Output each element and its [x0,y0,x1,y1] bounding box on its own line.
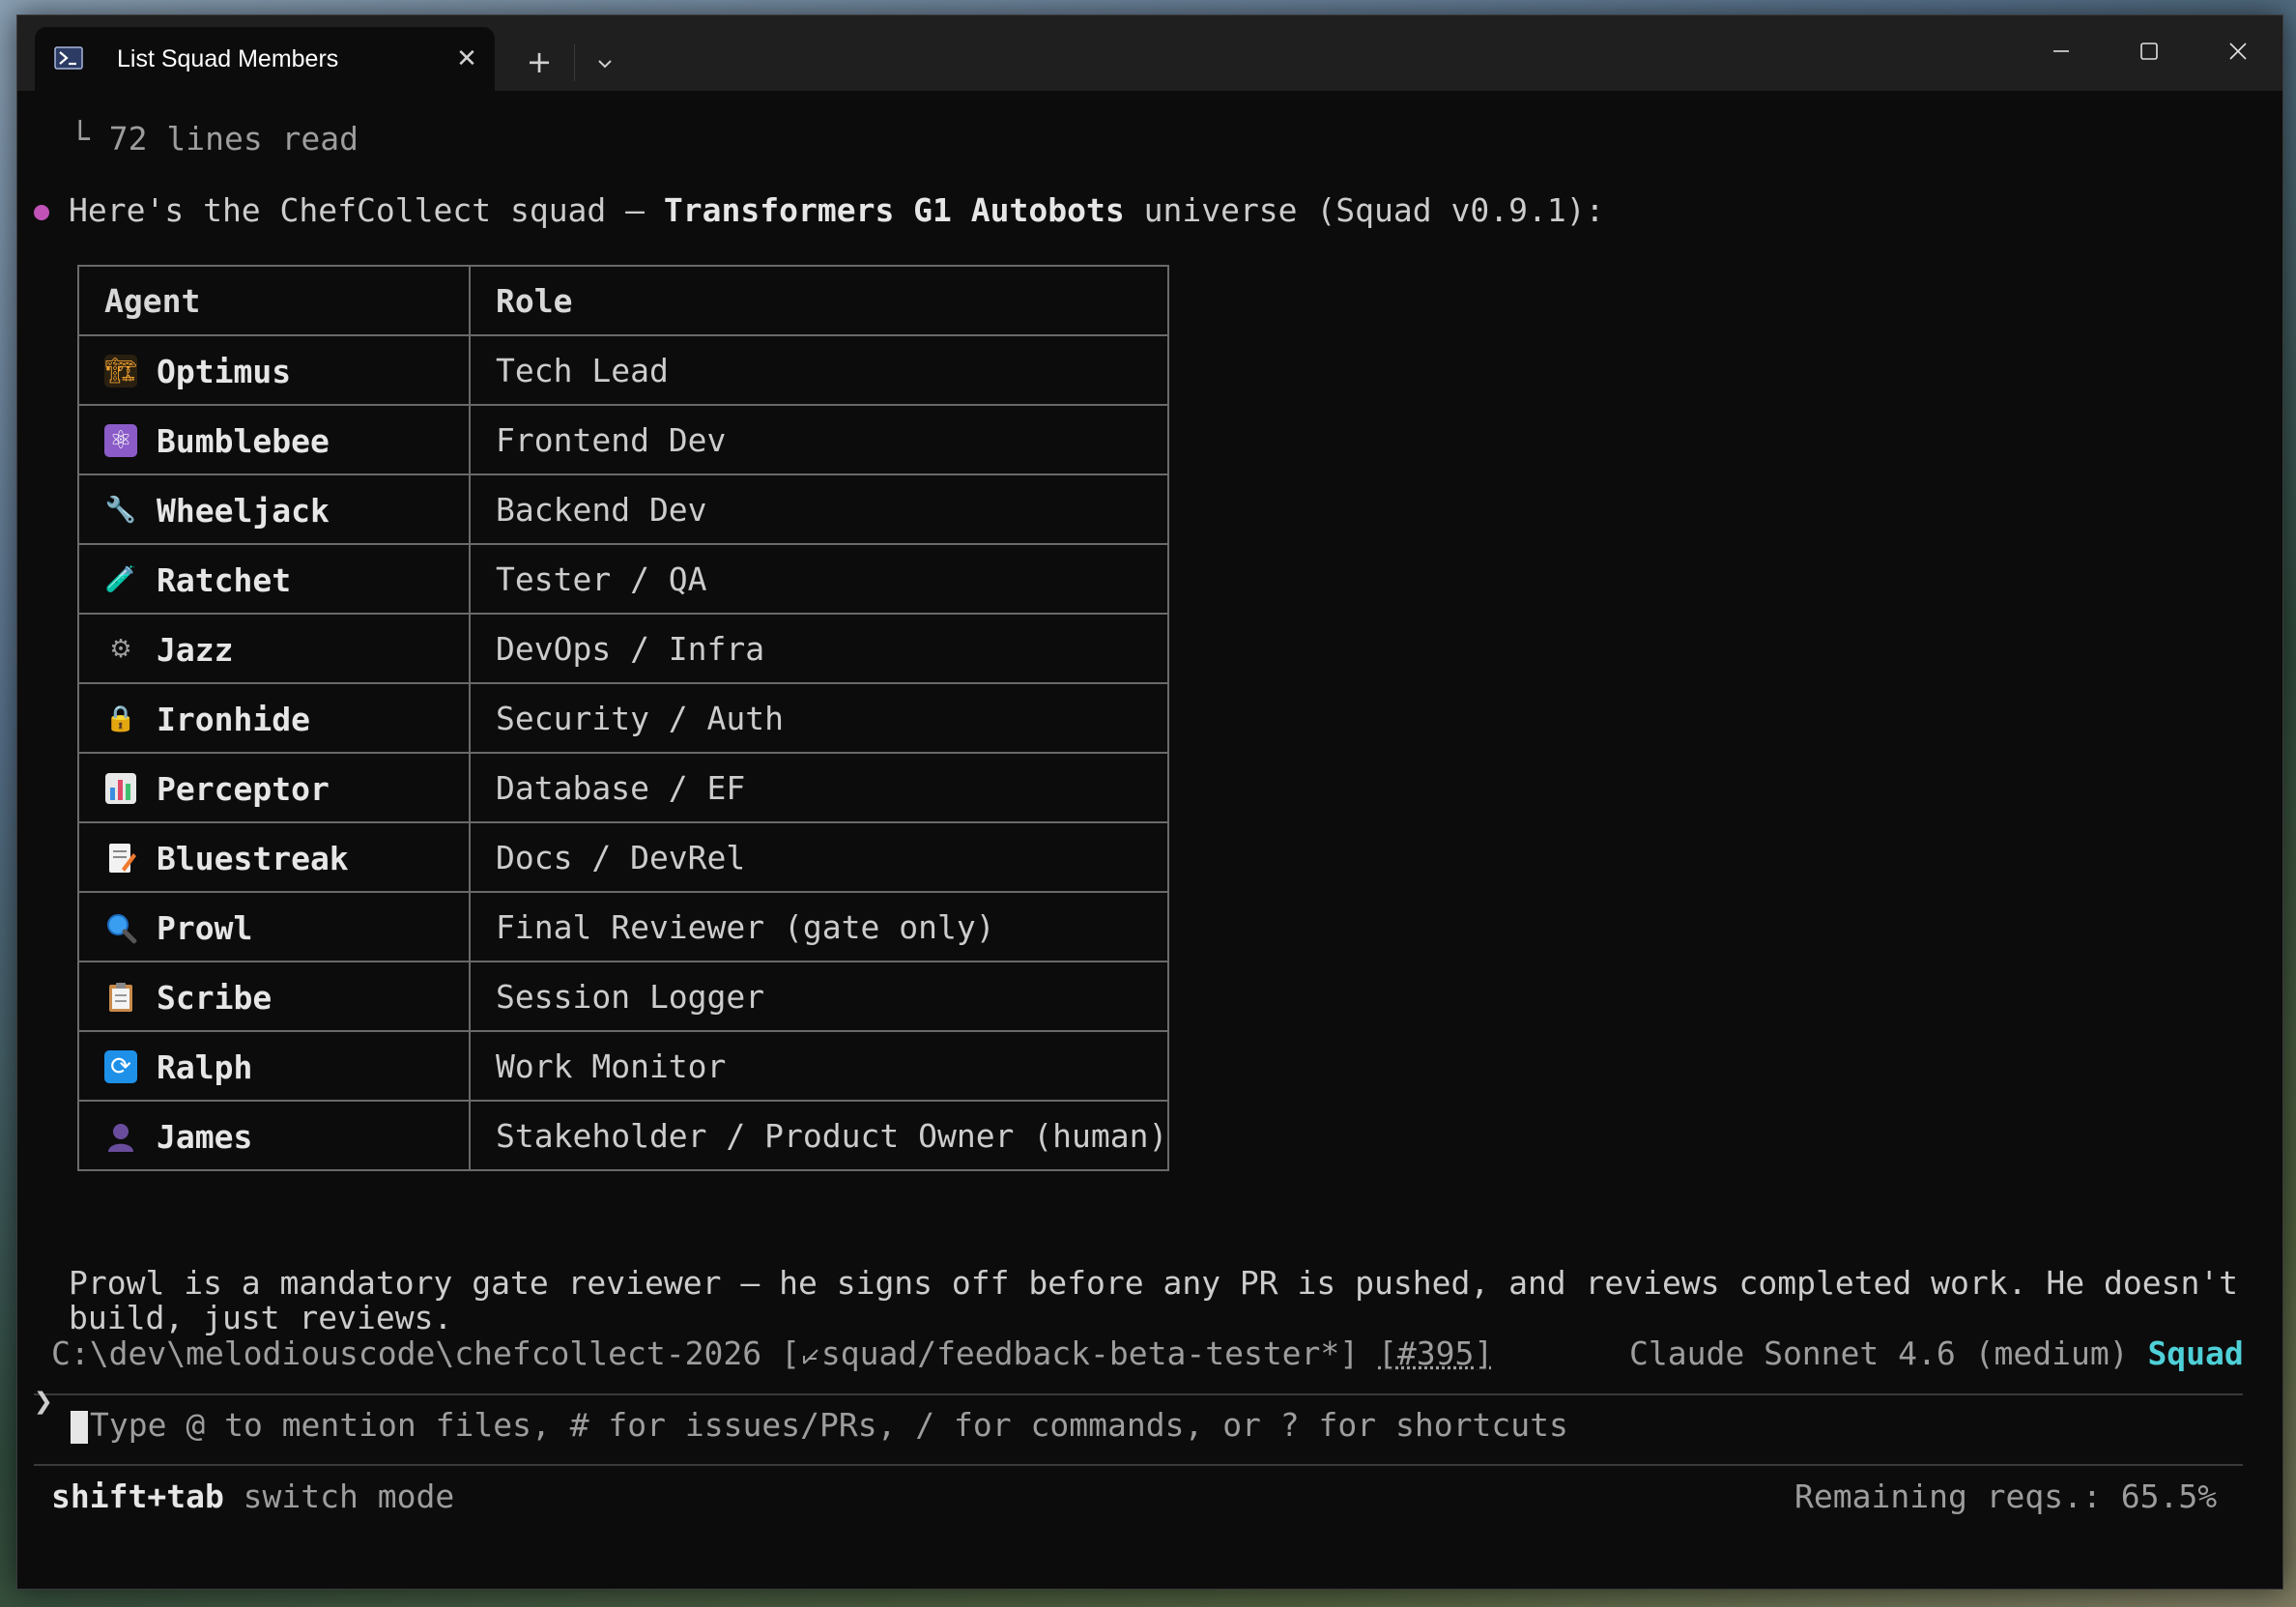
header-role: Role [468,265,1170,336]
atom-icon: ⚛ [104,424,137,457]
agent-name: Bluestreak [157,839,349,877]
table-row: ⚙ Jazz DevOps / Infra [77,613,1170,684]
title-bar: List Squad Members ✕ + [17,15,2282,91]
table-row: Prowl Final Reviewer (gate only) [77,891,1170,962]
new-tab-button[interactable]: + [520,43,559,81]
agent-name: Ralph [157,1047,253,1086]
table-row: James Stakeholder / Product Owner (human… [77,1100,1170,1171]
header-agent: Agent [77,265,471,336]
table-row: 🔒 Ironhide Security / Auth [77,682,1170,754]
divider [34,1464,2243,1466]
prompt-input[interactable]: Type @ to mention files, # for issues/PR… [71,1406,1568,1445]
memo-icon [109,844,136,873]
table-row: ⟳ Ralph Work Monitor [77,1030,1170,1102]
agent-role: Stakeholder / Product Owner (human) [468,1100,1170,1171]
branch-close: ] [1339,1334,1379,1372]
shortcut-key: shift+tab [51,1478,224,1515]
table-row: Bluestreak Docs / DevRel [77,821,1170,893]
clipboard-icon [109,983,132,1012]
agent-role: Backend Dev [468,473,1170,545]
terminal-content: └ 72 lines read Here's the ChefCollect s… [17,91,2282,1589]
refresh-icon: ⟳ [104,1050,137,1083]
agent-role: Frontend Dev [468,404,1170,475]
person-silhouette-icon [108,1124,133,1152]
agent-name: Wheeljack [157,491,330,530]
agent-name: James [157,1117,253,1156]
test-tube-icon: 🧪 [104,565,137,594]
agent-role: Security / Auth [468,682,1170,754]
agent-role: Tester / QA [468,543,1170,615]
close-window-icon[interactable] [2209,27,2267,75]
issue-link[interactable]: [#395] [1378,1334,1493,1372]
agent-name: Optimus [157,352,292,390]
tab-list-squad-members[interactable]: List Squad Members ✕ [35,27,495,91]
wrench-icon: 🔧 [104,496,137,525]
intro-pre: Here's the ChefCollect squad — [69,191,664,229]
note-line-1: Prowl is a mandatory gate reviewer — he … [69,1264,2239,1302]
construction-crane-icon: 🏗 [104,355,137,387]
branch-open: [ [761,1334,800,1372]
agent-name: Jazz [157,630,234,669]
branch-name: squad/feedback-beta-tester* [820,1334,1340,1372]
chevron-down-icon[interactable] [586,44,624,83]
table-row: 🔧 Wheeljack Backend Dev [77,473,1170,545]
agent-role: Docs / DevRel [468,821,1170,893]
agent-role: Final Reviewer (gate only) [468,891,1170,962]
agent-role: Tech Lead [468,334,1170,406]
cwd-path: C:\dev\melodiouscode\chefcollect-2026 [51,1334,762,1372]
tool-result-line: └ 72 lines read [71,120,359,158]
model-status: Claude Sonnet 4.6 (medium) Squad [1629,1334,2244,1373]
terminal-window: List Squad Members ✕ + └ 72 lines read H… [16,14,2283,1590]
agent-role: Database / EF [468,752,1170,823]
remaining-requests: Remaining reqs.: 65.5% [1794,1478,2218,1515]
agent-name: Perceptor [157,769,330,808]
model-name: Claude Sonnet 4.6 (medium) [1629,1334,2129,1372]
gear-icon: ⚙ [109,635,132,664]
table-row: 🏗 Optimus Tech Lead [77,334,1170,406]
agent-role: DevOps / Infra [468,613,1170,684]
table-row: Scribe Session Logger [77,961,1170,1032]
agent-name: Scribe [157,978,273,1017]
tab-title: List Squad Members [117,45,339,72]
agent-name: Ratchet [157,560,292,599]
bullet-icon [34,205,49,220]
agent-name: Bumblebee [157,421,330,460]
agent-mode: Squad [2147,1334,2244,1372]
squad-table: Agent Role 🏗 Optimus Tech Lead ⚛ Bumblebee… [77,265,1170,1171]
status-path-line: C:\dev\melodiouscode\chefcollect-2026 [ s… [51,1334,1493,1373]
agent-name: Prowl [157,908,253,947]
branch-icon [802,1349,818,1364]
minimize-icon[interactable] [2032,27,2090,75]
footer-shortcut: shift+tab switch mode [51,1478,454,1516]
intro-post: universe (Squad v0.9.1): [1124,191,1605,229]
divider [34,1393,2243,1395]
table-header-row: Agent Role [77,265,1170,336]
note-line-2: build, just reviews. [69,1299,453,1336]
tab-close-icon[interactable]: ✕ [450,43,483,75]
tree-corner-icon: └ [71,120,109,158]
table-row: Perceptor Database / EF [77,752,1170,823]
agent-name: Ironhide [157,700,310,738]
magnifier-icon [107,914,137,944]
table-row: 🧪 Ratchet Tester / QA [77,543,1170,615]
input-placeholder: Type @ to mention files, # for issues/PR… [90,1406,1568,1444]
input-prompt-row: ❯ [34,1382,53,1420]
intro-line: Here's the ChefCollect squad — Transform… [69,191,1604,230]
lines-read-text: 72 lines read [108,120,359,158]
table-row: ⚛ Bumblebee Frontend Dev [77,404,1170,475]
divider [574,44,575,81]
agent-role: Work Monitor [468,1030,1170,1102]
bar-chart-icon [105,773,136,804]
shortcut-desc: switch mode [223,1478,455,1515]
intro-bold: Transformers G1 Autobots [663,191,1125,229]
text-cursor [71,1410,88,1444]
lock-icon: 🔒 [104,704,137,733]
prompt-chevron-icon: ❯ [34,1382,53,1420]
powershell-icon [54,46,83,70]
agent-role: Session Logger [468,961,1170,1032]
maximize-icon[interactable] [2120,27,2178,75]
